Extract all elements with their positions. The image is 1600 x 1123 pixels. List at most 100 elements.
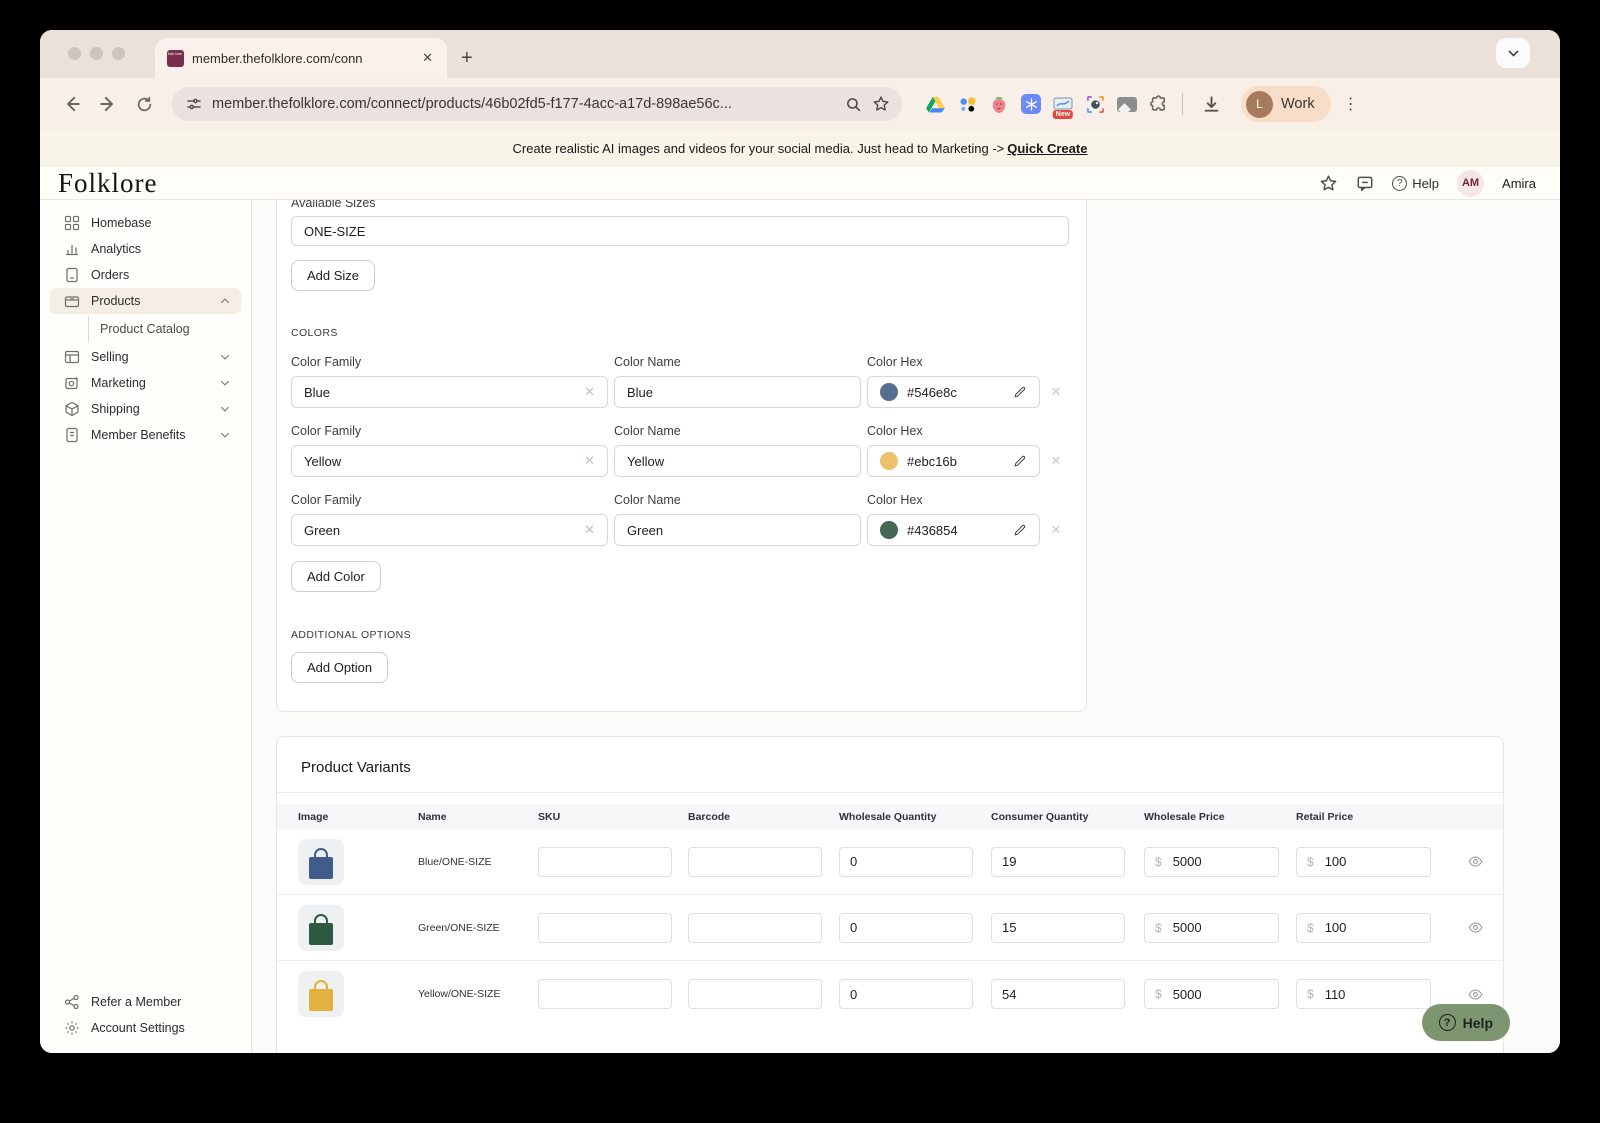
url-bar[interactable]: member.thefolklore.com/connect/products/… — [172, 87, 902, 121]
wholesale-quantity-input[interactable] — [839, 979, 973, 1009]
color-hex-input[interactable]: #546e8c — [867, 376, 1040, 408]
refer-a-member-button[interactable]: Refer a Member — [50, 989, 241, 1015]
color-name-input[interactable]: Yellow — [614, 445, 861, 477]
sidebar-item-selling[interactable]: Selling — [50, 344, 241, 370]
screen-capture-extension-icon[interactable] — [1084, 93, 1106, 115]
consumer-quantity-input[interactable] — [991, 979, 1125, 1009]
chevron-up-icon — [219, 295, 231, 307]
remove-color-button[interactable]: ✕ — [1046, 453, 1066, 477]
color-hex-label: Color Hex — [867, 424, 1040, 438]
edit-pencil-icon[interactable] — [1013, 385, 1027, 399]
drive-extension-icon[interactable] — [924, 93, 946, 115]
favorites-star-icon[interactable] — [1319, 174, 1338, 193]
wholesale-quantity-input[interactable] — [839, 913, 973, 943]
edit-pencil-icon[interactable] — [1013, 523, 1027, 537]
forward-button[interactable] — [92, 88, 124, 120]
bag-image — [309, 914, 333, 945]
new-extension-icon[interactable]: New — [1052, 93, 1074, 115]
close-window-button[interactable] — [68, 47, 81, 60]
user-avatar[interactable]: AM — [1457, 170, 1484, 197]
minimize-window-button[interactable] — [90, 47, 103, 60]
variant-image[interactable] — [298, 971, 344, 1017]
sidebar-item-product-catalog[interactable]: Product Catalog — [88, 316, 251, 342]
retail-price-input[interactable]: $100 — [1296, 913, 1431, 943]
floating-help-button[interactable]: ? Help — [1422, 1004, 1510, 1041]
back-button[interactable] — [56, 88, 88, 120]
barcode-input[interactable] — [688, 979, 822, 1009]
color-hex-input[interactable]: #ebc16b — [867, 445, 1040, 477]
browser-tab[interactable]: folk lore member.thefolklore.com/conn ✕ — [155, 38, 447, 78]
retail-price-input[interactable]: $110 — [1296, 979, 1431, 1009]
colors-section-label: COLORS — [291, 327, 1069, 339]
extensions-puzzle-icon[interactable] — [1148, 93, 1170, 115]
clear-icon[interactable]: ✕ — [584, 384, 595, 400]
site-settings-icon[interactable] — [186, 96, 202, 112]
tab-close-icon[interactable]: ✕ — [418, 50, 437, 66]
color-name-input[interactable]: Green — [614, 514, 861, 546]
visibility-eye-icon[interactable] — [1448, 854, 1503, 869]
color-hex-label: Color Hex — [867, 355, 1040, 369]
color-family-input[interactable]: Blue ✕ — [291, 376, 608, 408]
url-text[interactable]: member.thefolklore.com/connect/products/… — [212, 96, 835, 112]
add-color-button[interactable]: Add Color — [291, 561, 381, 592]
wholesale-price-input[interactable]: $5000 — [1144, 979, 1279, 1009]
sidebar-item-products[interactable]: Products — [50, 288, 241, 314]
google-dots-extension-icon[interactable] — [956, 93, 978, 115]
browser-profile-chip[interactable]: L Work — [1241, 86, 1331, 122]
barcode-input[interactable] — [688, 847, 822, 877]
barcode-input[interactable] — [688, 913, 822, 943]
color-hex-value: #436854 — [907, 523, 958, 538]
folklore-logo[interactable]: Folklore — [58, 168, 158, 199]
edit-pencil-icon[interactable] — [1013, 454, 1027, 468]
sku-input[interactable] — [538, 979, 672, 1009]
available-sizes-input[interactable] — [291, 216, 1069, 246]
downloads-button[interactable] — [1195, 88, 1227, 120]
bookmark-star-icon[interactable] — [872, 95, 890, 113]
wholesale-quantity-input[interactable] — [839, 847, 973, 877]
refresh-button[interactable] — [128, 88, 160, 120]
variant-image[interactable] — [298, 905, 344, 951]
remove-color-button[interactable]: ✕ — [1046, 384, 1066, 408]
header-help-button[interactable]: ? Help — [1392, 176, 1439, 191]
sidebar-item-orders[interactable]: Orders — [50, 262, 241, 288]
color-hex-input[interactable]: #436854 — [867, 514, 1040, 546]
add-option-button[interactable]: Add Option — [291, 652, 388, 683]
sku-input[interactable] — [538, 847, 672, 877]
user-name: Amira — [1502, 176, 1536, 191]
clear-icon[interactable]: ✕ — [584, 453, 595, 469]
browser-menu-kebab-icon[interactable]: ⋮ — [1343, 94, 1359, 114]
snowflake-extension-icon[interactable] — [1020, 93, 1042, 115]
sidebar-item-marketing[interactable]: Marketing — [50, 370, 241, 396]
sidebar-item-member-benefits[interactable]: Member Benefits — [50, 422, 241, 448]
visibility-eye-icon[interactable] — [1448, 987, 1503, 1002]
profile-avatar: L — [1246, 91, 1273, 118]
zoom-window-button[interactable] — [112, 47, 125, 60]
visibility-eye-icon[interactable] — [1448, 920, 1503, 935]
remove-color-button[interactable]: ✕ — [1046, 522, 1066, 546]
new-tab-button[interactable]: + — [461, 47, 473, 70]
tab-search-button[interactable] — [1496, 38, 1530, 68]
consumer-quantity-input[interactable] — [991, 847, 1125, 877]
favicon: folk lore — [167, 50, 184, 67]
consumer-quantity-input[interactable] — [991, 913, 1125, 943]
strawberry-extension-icon[interactable] — [988, 93, 1010, 115]
clear-icon[interactable]: ✕ — [584, 522, 595, 538]
color-name-input[interactable]: Blue — [614, 376, 861, 408]
image-extension-icon[interactable] — [1116, 93, 1138, 115]
retail-price-input[interactable]: $100 — [1296, 847, 1431, 877]
wholesale-price-input[interactable]: $5000 — [1144, 913, 1279, 943]
account-settings-button[interactable]: Account Settings — [50, 1015, 241, 1041]
sidebar-item-analytics[interactable]: Analytics — [50, 236, 241, 262]
zoom-page-icon[interactable] — [845, 96, 862, 113]
quick-create-link[interactable]: Quick Create — [1007, 141, 1087, 156]
sidebar-item-homebase[interactable]: Homebase — [50, 210, 241, 236]
color-family-input[interactable]: Yellow ✕ — [291, 445, 608, 477]
wholesale-price-input[interactable]: $5000 — [1144, 847, 1279, 877]
color-family-input[interactable]: Green ✕ — [291, 514, 608, 546]
variant-image[interactable] — [298, 839, 344, 885]
add-size-button[interactable]: Add Size — [291, 260, 375, 291]
sidebar-item-shipping[interactable]: Shipping — [50, 396, 241, 422]
additional-options-label: ADDITIONAL OPTIONS — [291, 629, 1069, 641]
feedback-chat-icon[interactable] — [1356, 174, 1374, 192]
sku-input[interactable] — [538, 913, 672, 943]
